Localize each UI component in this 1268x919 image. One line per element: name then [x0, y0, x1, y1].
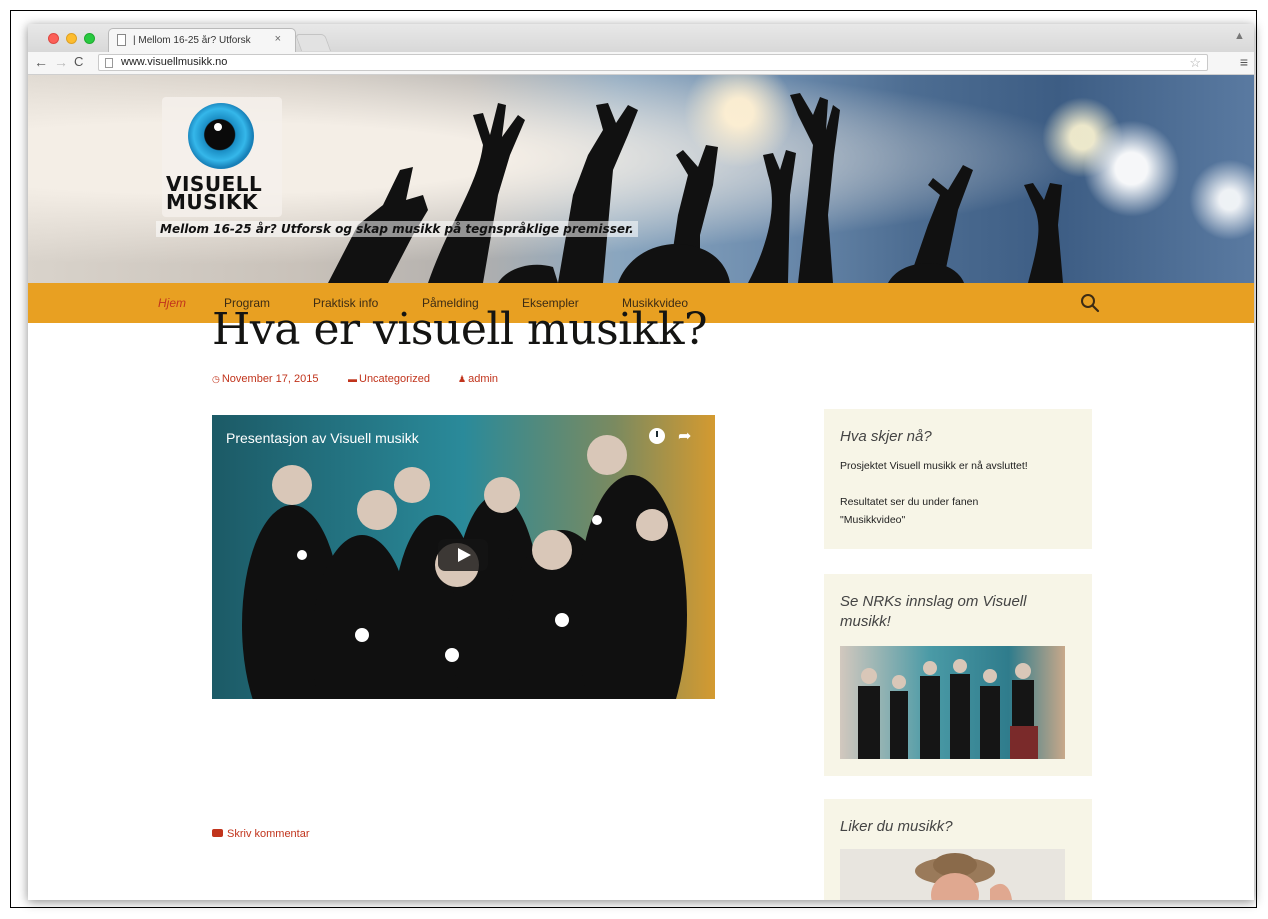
site-header: VISUELL MUSIKK Mellom 16-25 år? Utforsk … [28, 75, 1254, 283]
clock-icon: ◷ [212, 374, 220, 384]
post-date-text: November 17, 2015 [221, 373, 319, 385]
embedded-video[interactable]: Presentasjon av Visuell musikk ➦ [212, 415, 715, 699]
page-icon [117, 34, 126, 46]
url-text[interactable]: www.visuellmusikk.no [121, 56, 227, 68]
new-tab-button[interactable] [294, 34, 332, 51]
logo-line-2: MUSIKK [166, 190, 258, 214]
widget-liker-du-musikk: Liker du musikk? [824, 799, 1092, 900]
address-bar[interactable]: www.visuellmusikk.no ☆ [98, 54, 1208, 71]
tab-bar: | Mellom 16-25 år? Utforsk × ▲ [28, 24, 1254, 52]
comment-link[interactable]: Skriv kommentar [212, 828, 310, 840]
widget-text: Resultatet ser du under fanen [840, 496, 979, 508]
browser-window: | Mellom 16-25 år? Utforsk × ▲ ← → C www… [28, 24, 1254, 900]
site-tagline: Mellom 16-25 år? Utforsk og skap musikk … [156, 221, 638, 237]
back-arrow-icon[interactable]: ← [34, 54, 48, 70]
search-icon[interactable] [1080, 293, 1100, 313]
nrk-video-thumbnail[interactable] [840, 646, 1065, 759]
browser-tab[interactable]: | Mellom 16-25 år? Utforsk × [108, 28, 296, 52]
minimize-window-button[interactable] [66, 33, 77, 44]
share-icon[interactable]: ➦ [678, 426, 691, 446]
watch-later-icon[interactable] [649, 428, 665, 444]
page-icon [105, 58, 113, 68]
post-author-text: admin [468, 373, 499, 385]
widget-hva-skjer: Hva skjer nå? Prosjektet Visuell musikk … [824, 409, 1092, 549]
comment-icon [212, 829, 223, 837]
website: VISUELL MUSIKK Mellom 16-25 år? Utforsk … [28, 75, 1254, 900]
music-video-thumbnail[interactable] [840, 849, 1065, 900]
tab-close-icon[interactable]: × [275, 33, 281, 45]
video-title[interactable]: Presentasjon av Visuell musikk [226, 430, 419, 446]
widget-title-line: musikk! [840, 613, 891, 630]
widget-text: Prosjektet Visuell musikk er nå avslutte… [840, 460, 1028, 472]
site-logo[interactable]: VISUELL MUSIKK [162, 97, 282, 217]
bookmark-star-icon[interactable]: ☆ [1189, 55, 1201, 71]
nav-item-hjem[interactable]: Hjem [158, 296, 186, 310]
post-date[interactable]: ◷ November 17, 2015 [212, 373, 318, 385]
tab-title: | Mellom 16-25 år? Utforsk [133, 35, 251, 46]
user-icon: ♟ [458, 374, 467, 384]
maximize-window-button[interactable] [84, 33, 95, 44]
widget-title: Se NRKs innslag om Visuell musikk! [840, 592, 1026, 632]
widget-title-line: Se NRKs innslag om Visuell [840, 593, 1027, 610]
forward-arrow-icon[interactable]: → [54, 54, 68, 70]
reload-icon[interactable]: C [74, 54, 83, 69]
logo-wordmark: VISUELL MUSIKK [166, 174, 262, 214]
profile-icon[interactable]: ▲ [1234, 30, 1246, 44]
post-author[interactable]: ♟ admin [458, 373, 498, 385]
widget-nrk: Se NRKs innslag om Visuell musikk! [824, 574, 1092, 776]
post-title[interactable]: Hva er visuell musikk? [212, 304, 708, 355]
eye-logo-icon [188, 103, 254, 169]
comment-link-label: Skriv kommentar [227, 828, 310, 840]
play-button[interactable] [438, 539, 488, 571]
browser-menu-icon[interactable]: ≡ [1240, 54, 1248, 70]
browser-toolbar: ← → C www.visuellmusikk.no ☆ ≡ [28, 52, 1254, 75]
widget-text: "Musikkvideo" [840, 514, 906, 526]
close-window-button[interactable] [48, 33, 59, 44]
widget-title: Liker du musikk? [840, 818, 953, 835]
widget-title: Hva skjer nå? [840, 428, 932, 445]
folder-icon: ▬ [348, 374, 357, 384]
post-category[interactable]: ▬ Uncategorized [348, 373, 430, 385]
post-category-text: Uncategorized [359, 373, 430, 385]
